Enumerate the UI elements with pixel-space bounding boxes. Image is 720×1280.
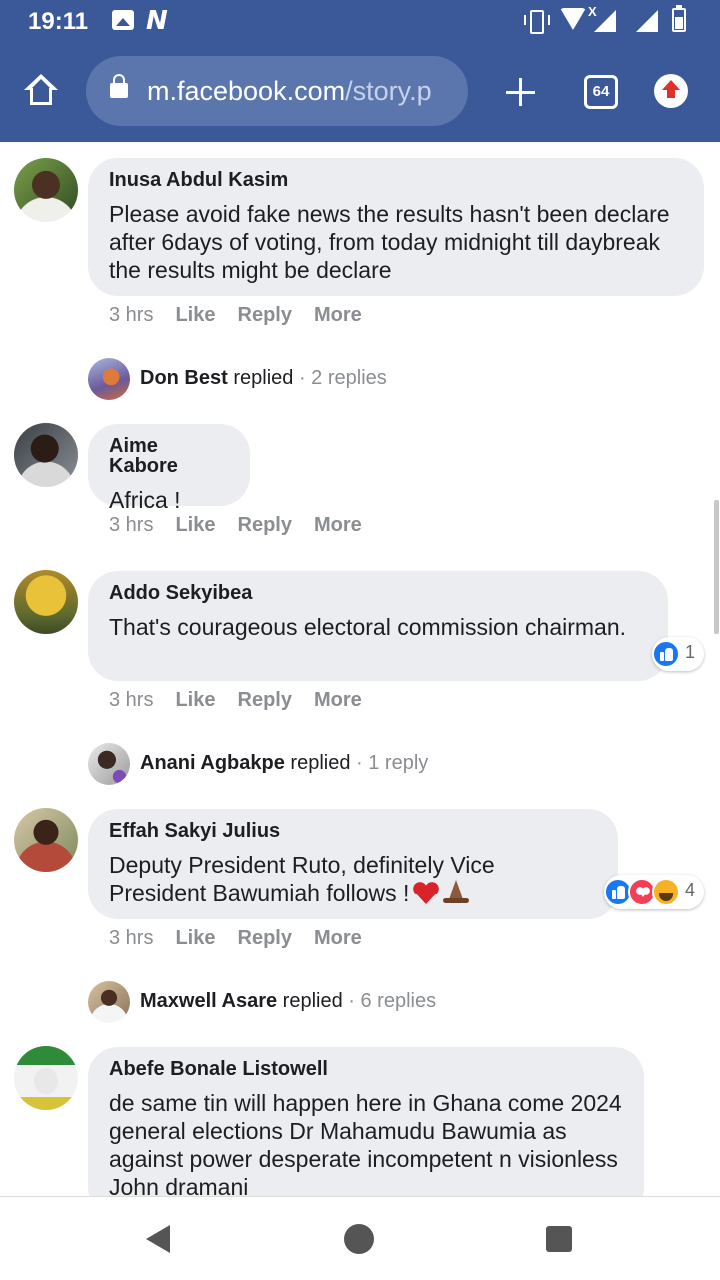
scrollbar[interactable]	[714, 500, 719, 634]
update-icon[interactable]	[654, 74, 688, 108]
like-button[interactable]: Like	[175, 514, 215, 537]
signal-icon	[636, 10, 658, 32]
like-reaction-icon	[652, 640, 680, 668]
lock-icon	[110, 74, 128, 98]
comment-time[interactable]: 3 hrs	[109, 304, 153, 327]
comment-text: Please avoid fake news the results hasn'…	[109, 201, 670, 283]
tab-switcher-button[interactable]: 64	[584, 75, 618, 109]
avatar[interactable]	[88, 743, 130, 785]
new-tab-button[interactable]	[506, 78, 536, 108]
reply-count: · 6 replies	[348, 990, 437, 1012]
browser-toolbar: 19:11 N X m.facebook.com/story.p 64	[0, 0, 720, 142]
haha-reaction-icon	[652, 878, 680, 906]
reply-button[interactable]: Reply	[238, 514, 292, 537]
reaction-summary[interactable]: 4	[604, 875, 704, 909]
home-circle-icon[interactable]	[344, 1224, 374, 1254]
more-button[interactable]: More	[314, 514, 362, 537]
system-navigation-bar	[0, 1196, 720, 1280]
more-button[interactable]: More	[314, 927, 362, 950]
reply-button[interactable]: Reply	[238, 927, 292, 950]
wifi-icon	[560, 8, 586, 30]
reply-count: · 1 reply	[356, 752, 429, 774]
reply-button[interactable]: Reply	[238, 304, 292, 327]
reply-button[interactable]: Reply	[238, 689, 292, 712]
reply-author: Maxwell Asare	[140, 990, 278, 1012]
like-button[interactable]: Like	[175, 689, 215, 712]
reply-count: · 2 replies	[298, 367, 387, 389]
comment-text-line: Deputy President Ruto, definitely Vice	[109, 852, 495, 878]
avatar[interactable]	[14, 570, 78, 634]
avatar[interactable]	[14, 158, 78, 222]
comment-text: That's courageous electoral commission c…	[109, 614, 627, 640]
vibrate-icon	[524, 10, 550, 34]
reply-author: Anani Agbakpe	[140, 752, 285, 774]
comment-bubble: Inusa Abdul Kasim Please avoid fake news…	[88, 158, 704, 296]
comment-bubble: Aime Kabore Africa !	[88, 424, 250, 513]
view-replies-link[interactable]: Maxwell Asare replied · 6 replies	[140, 990, 436, 1013]
comment-text: de same tin will happen here in Ghana co…	[109, 1090, 622, 1200]
comment-time[interactable]: 3 hrs	[109, 927, 153, 950]
comment-actions: 3 hrs Like Reply More	[109, 304, 384, 327]
avatar[interactable]	[88, 981, 130, 1023]
back-icon[interactable]	[146, 1225, 170, 1253]
address-bar[interactable]: m.facebook.com/story.p	[86, 56, 468, 126]
heart-emoji	[413, 882, 440, 904]
avatar[interactable]	[14, 808, 78, 872]
avatar[interactable]	[14, 1046, 78, 1110]
comment-time[interactable]: 3 hrs	[109, 689, 153, 712]
more-button[interactable]: More	[314, 689, 362, 712]
home-button[interactable]	[22, 72, 62, 112]
url-text[interactable]: m.facebook.com/story.p	[147, 76, 459, 107]
status-time: 19:11	[28, 8, 89, 35]
comment-author[interactable]: Effah Sakyi Julius	[109, 821, 598, 841]
comment-time[interactable]: 3 hrs	[109, 514, 153, 537]
reply-verb: replied	[282, 990, 343, 1012]
comment-bubble: Effah Sakyi Julius Deputy President Ruto…	[88, 809, 618, 919]
comment-text-line: President Bawumiah follows !	[109, 880, 410, 906]
comment-author[interactable]: Inusa Abdul Kasim	[109, 170, 684, 190]
comment-bubble: Abefe Bonale Listowell de same tin will …	[88, 1047, 644, 1217]
view-replies-link[interactable]: Don Best replied · 2 replies	[140, 367, 387, 390]
like-button[interactable]: Like	[175, 304, 215, 327]
reply-author: Don Best	[140, 367, 228, 389]
comment-actions: 3 hrs Like Reply More	[109, 927, 384, 950]
more-button[interactable]: More	[314, 304, 362, 327]
reply-verb: replied	[290, 752, 351, 774]
reaction-summary[interactable]: 1	[652, 637, 704, 671]
view-replies-link[interactable]: Anani Agbakpe replied · 1 reply	[140, 752, 428, 775]
comment-author[interactable]: Addo Sekyibea	[109, 583, 648, 603]
comment-text: Africa !	[109, 487, 181, 513]
status-icons: X	[524, 4, 694, 34]
avatar[interactable]	[14, 423, 78, 487]
comment-author[interactable]: Abefe Bonale Listowell	[109, 1059, 624, 1079]
avatar[interactable]	[88, 358, 130, 400]
url-host: m.facebook.com	[147, 76, 346, 106]
reaction-count: 4	[685, 880, 696, 900]
battery-icon	[672, 5, 686, 32]
url-path: /story.p	[345, 76, 432, 106]
reply-verb: replied	[233, 367, 294, 389]
comment-actions: 3 hrs Like Reply More	[109, 689, 384, 712]
comment-author[interactable]: Aime Kabore	[109, 436, 230, 476]
gallery-icon	[112, 10, 134, 30]
folded-hands-emoji	[443, 880, 470, 904]
signal-icon	[594, 10, 616, 32]
n-logo-icon: N	[146, 6, 168, 36]
recents-icon[interactable]	[546, 1226, 572, 1252]
comment-actions: 3 hrs Like Reply More	[109, 514, 384, 537]
like-button[interactable]: Like	[175, 927, 215, 950]
comment-text: Deputy President Ruto, definitely Vice Pr…	[109, 851, 598, 907]
comment-bubble: Addo Sekyibea That's courageous electora…	[88, 571, 668, 681]
reaction-count: 1	[685, 642, 696, 662]
